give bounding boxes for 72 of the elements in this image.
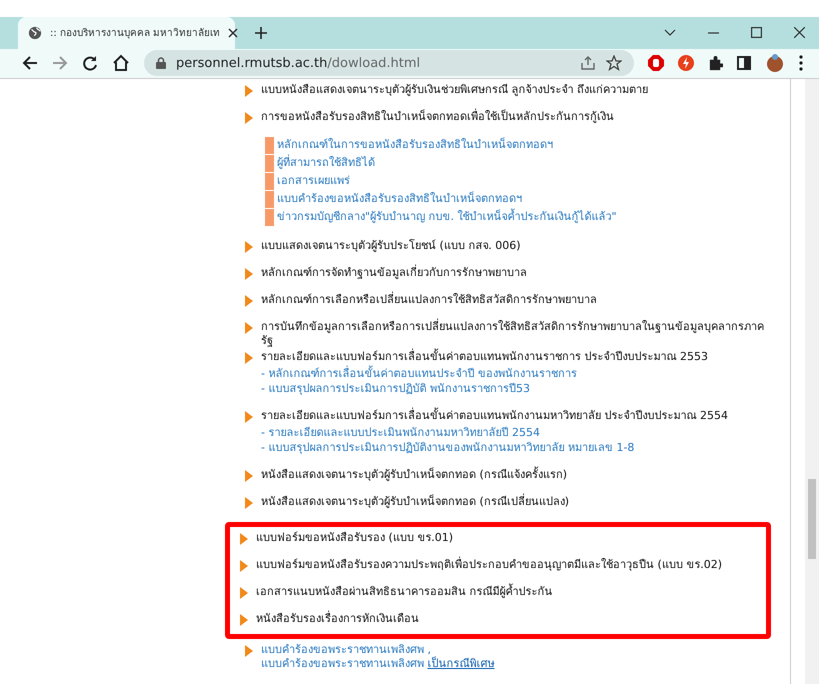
scrollbar[interactable] — [805, 79, 819, 684]
arrow-bullet-icon — [245, 112, 253, 124]
download-link[interactable]: ผู้ที่สามารถใช้สิทธิได้ — [277, 156, 375, 170]
arrow-bullet-icon — [245, 295, 253, 307]
stop-sign-icon[interactable] — [648, 55, 664, 72]
tab-title: :: กองบริหารงานบุคคล มหาวิทยาลัยเท — [50, 27, 220, 40]
address-bar[interactable]: personnel.rmutsb.ac.th/dowload.html — [144, 50, 634, 76]
scrollbar-thumb[interactable] — [808, 479, 816, 559]
download-link[interactable]: - หลักเกณฑ์การเลื่อนขั้นค่าตอบแทนประจำปี ของพนักงานราชการ — [261, 366, 577, 380]
minimize-icon[interactable] — [708, 32, 719, 34]
document-title[interactable]: เอกสารแนบหนังสือผ่านสิทธิธนาคารออมสิน กรณีมีผู้ค้ำประกัน — [256, 585, 552, 599]
download-link[interactable]: ข่าวกรมบัญชีกลาง"ผู้รับบำนาญ กบข. ใช้บำเหน็จค้ำประกันเงินกู้ได้แล้ว" — [277, 210, 617, 224]
arrow-bullet-icon — [245, 85, 253, 97]
arrow-bullet-icon — [245, 645, 253, 657]
globe-icon — [28, 26, 42, 40]
bullet-bar-icon — [265, 208, 274, 226]
special-case-link[interactable]: เป็นกรณีพิเศษ — [428, 657, 494, 670]
menu-icon[interactable] — [799, 55, 803, 72]
document-title[interactable]: แบบหนังสือแสดงเจตนาระบุตัวผู้รับเงินช่วยพิเศษกรณี ลูกจ้างประจำ ถึงแก่ความตาย — [261, 83, 648, 97]
document-title[interactable]: รายละเอียดและแบบฟอร์มการเลื่อนขั้นค่าตอบแทนพนักงานราชการ ประจำปีงบประมาณ 2553 — [261, 350, 708, 364]
lock-icon — [156, 57, 166, 70]
browser-tab[interactable]: :: กองบริหารงานบุคคล มหาวิทยาลัยเท — [18, 16, 235, 49]
document-title[interactable]: หลักเกณฑ์การเลือกหรือเปลี่ยนแปลงการใช้สิทธิสวัสดิการรักษาพยาบาล — [261, 293, 597, 307]
download-link[interactable]: เอกสารเผยแพร่ — [277, 174, 350, 188]
star-icon[interactable] — [606, 55, 622, 72]
avatar-icon[interactable] — [765, 53, 785, 74]
document-title[interactable]: หนังสือรับรองเรื่องการหักเงินเดือน — [256, 612, 419, 626]
home-icon[interactable] — [112, 54, 130, 72]
download-link[interactable]: - รายละเอียดและแบบประเมินพนักงานมหาวิทยาลัยปี 2554 — [261, 426, 540, 440]
arrow-bullet-icon — [245, 241, 253, 253]
new-tab-icon[interactable] — [255, 26, 267, 39]
arrow-bullet-icon — [240, 614, 248, 626]
arrow-bullet-icon — [245, 411, 253, 423]
bolt-icon[interactable] — [678, 55, 694, 72]
document-title[interactable]: แบบฟอร์มขอหนังสือรับรองความประพฤติเพื่อประกอบคำขออนุญาตมีและใช้อาวุธปืน (แบบ ขร.02) — [256, 558, 722, 572]
arrow-bullet-icon — [240, 560, 248, 572]
bullet-bar-icon — [265, 172, 274, 190]
bullet-bar-icon — [265, 154, 274, 172]
document-title[interactable]: การขอหนังสือรับรองสิทธิในบำเหน็จตกทอดเพื่อใช้เป็นหลักประกันการกู้เงิน — [261, 110, 617, 124]
download-link[interactable]: แบบคำร้องขอพระราชทานเพลิงศพ — [261, 657, 424, 670]
document-title[interactable]: หนังสือแสดงเจตนาระบุตัวผู้รับบำเหน็จตกทอด (กรณีแจ้งครั้งแรก) — [261, 468, 568, 482]
bullet-bar-icon — [265, 136, 274, 154]
document-title[interactable]: การบันทึกข้อมูลการเลือกหรือการเปลี่ยนแปลงการใช้สิทธิสวัสดิการรักษาพยาบาลในฐานข้อมูลบุคลากรภาค — [261, 320, 764, 334]
download-link[interactable]: - แบบสรุปผลการประเมินการปฏิบัติ พนักงานราชการปี53 — [261, 382, 530, 396]
reload-icon[interactable] — [82, 55, 98, 72]
arrow-bullet-icon — [240, 533, 248, 545]
download-link[interactable]: หลักเกณฑ์ในการขอหนังสือรับรองสิทธิในบำเหน็จตกทอดฯ — [277, 138, 553, 152]
maximize-icon[interactable] — [751, 27, 762, 38]
bullet-bar-icon — [265, 190, 274, 208]
close-icon[interactable] — [228, 28, 238, 38]
arrow-bullet-icon — [245, 470, 253, 482]
extensions-icon[interactable] — [708, 56, 723, 71]
arrow-bullet-icon — [245, 497, 253, 509]
arrow-bullet-icon — [245, 268, 253, 280]
chevron-down-icon[interactable] — [664, 28, 676, 37]
side-panel-icon[interactable] — [737, 56, 751, 70]
document-title[interactable]: รัฐ — [261, 334, 764, 348]
download-link[interactable]: แบบคำร้องขอพระราชทานเพลิงศพ , — [261, 643, 431, 656]
arrow-bullet-icon — [245, 352, 253, 364]
url-text: personnel.rmutsb.ac.th/dowload.html — [176, 56, 420, 71]
close-icon[interactable] — [794, 27, 805, 38]
back-icon[interactable] — [22, 55, 38, 72]
document-title[interactable]: แบบแสดงเจตนาระบุตัวผู้รับประโยชน์ (แบบ กสจ. 006) — [261, 239, 521, 253]
arrow-bullet-icon — [240, 587, 248, 599]
download-link[interactable]: แบบคำร้องขอหนังสือรับรองสิทธิในบำเหน็จตกทอดฯ — [277, 192, 522, 206]
document-title[interactable]: รายละเอียดและแบบฟอร์มการเลื่อนขั้นค่าตอบแทนพนักงานมหาวิทยาลัย ประจำปีงบประมาณ 2554 — [261, 409, 728, 423]
document-title[interactable]: หนังสือแสดงเจตนาระบุตัวผู้รับบำเหน็จตกทอด (กรณีเปลี่ยนแปลง) — [261, 495, 570, 509]
arrow-bullet-icon — [245, 322, 253, 334]
share-icon[interactable] — [580, 55, 596, 72]
document-title[interactable]: หลักเกณฑ์การจัดทำฐานข้อมูลเกี่ยวกับการรักษาพยาบาล — [261, 266, 527, 280]
document-title[interactable]: แบบฟอร์มขอหนังสือรับรอง (แบบ ขร.01) — [256, 531, 454, 545]
download-link[interactable]: - แบบสรุปผลการประเมินการปฏิบัติงานของพนักงานมหาวิทยาลัย หมายเลข 1-8 — [261, 440, 634, 454]
